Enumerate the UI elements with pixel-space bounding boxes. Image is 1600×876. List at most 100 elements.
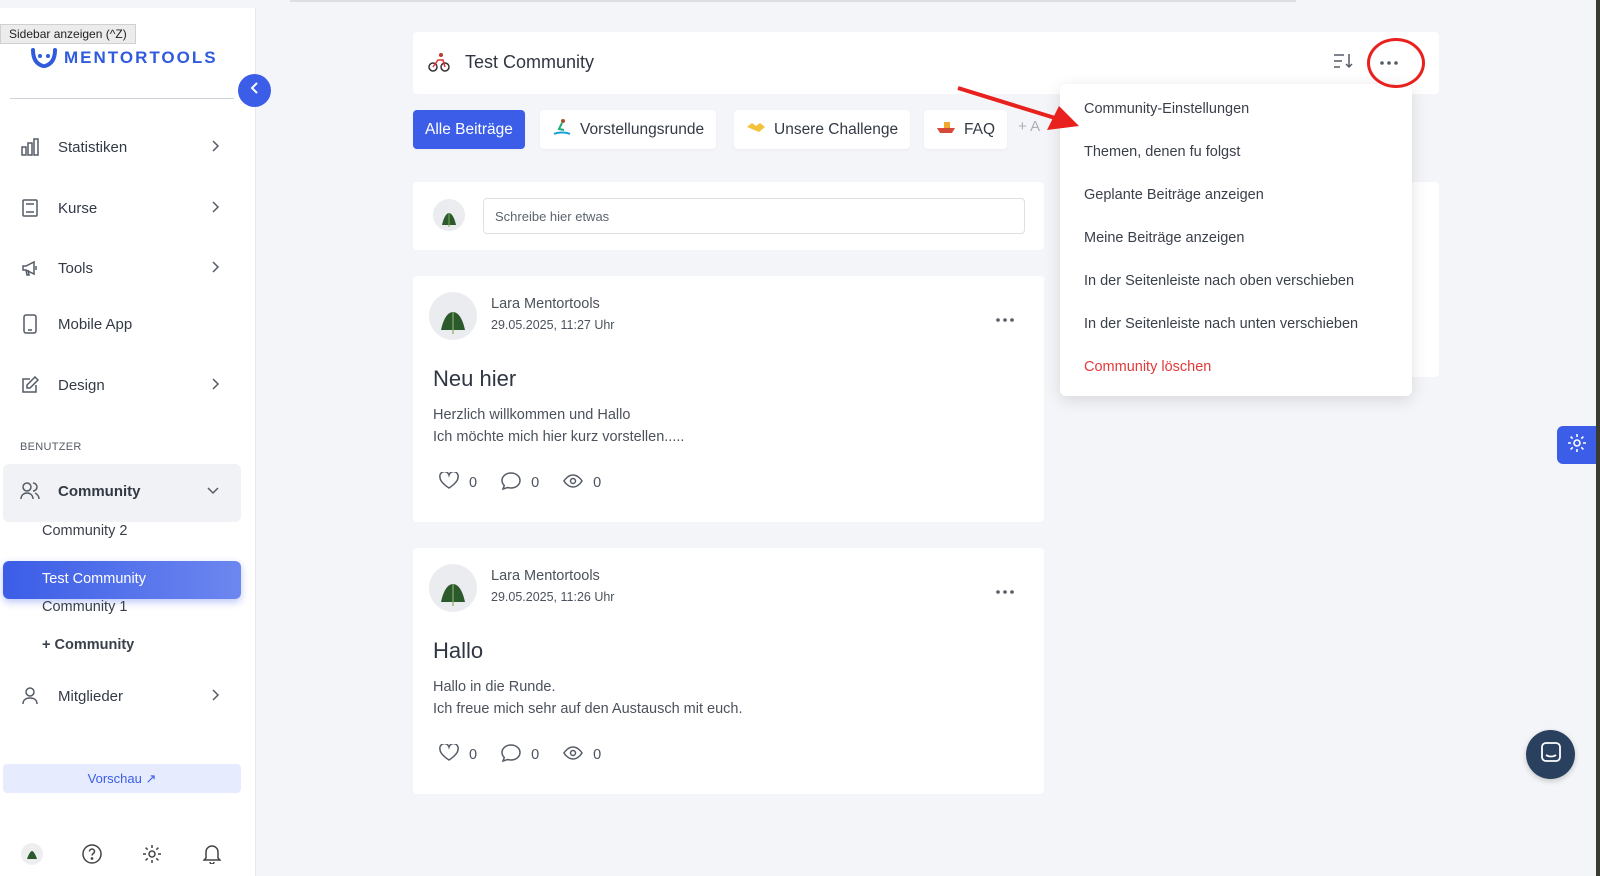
like-button[interactable]: 0 bbox=[439, 742, 478, 766]
chat-launcher-button[interactable] bbox=[1526, 730, 1575, 779]
post-author[interactable]: Lara Mentortools bbox=[491, 296, 600, 312]
bell-icon[interactable] bbox=[200, 842, 224, 866]
views-stat: 0 bbox=[563, 746, 601, 764]
tab-label: Unsere Challenge bbox=[774, 120, 899, 138]
post-input[interactable] bbox=[483, 198, 1025, 234]
section-label-benutzer: BENUTZER bbox=[20, 441, 82, 453]
comment-icon bbox=[501, 744, 521, 766]
tab-vorstellungsrunde[interactable]: Vorstellungsrunde bbox=[540, 110, 717, 149]
cyclist-emoji-icon bbox=[428, 51, 450, 73]
sort-icon[interactable] bbox=[1333, 52, 1353, 75]
post-body-line: Herzlich willkommen und Hallo bbox=[433, 407, 631, 423]
post-author[interactable]: Lara Mentortools bbox=[491, 568, 600, 584]
handshake-emoji-icon bbox=[746, 120, 766, 139]
collapse-sidebar-button[interactable] bbox=[238, 74, 271, 107]
comment-button[interactable]: 0 bbox=[501, 744, 539, 766]
avatar[interactable] bbox=[429, 292, 477, 340]
sidebar-item-design[interactable]: Design bbox=[20, 370, 220, 400]
post-stats: 0 0 0 bbox=[439, 742, 625, 766]
tab-alle-beitraege[interactable]: Alle Beiträge bbox=[413, 110, 525, 149]
avatar[interactable] bbox=[429, 564, 477, 612]
chevron-right-icon bbox=[210, 260, 220, 278]
view-count: 0 bbox=[593, 475, 602, 491]
post-card[interactable]: Lara Mentortools 29.05.2025, 11:26 Uhr H… bbox=[413, 548, 1044, 794]
menu-item-followed-topics[interactable]: Themen, denen fu folgst bbox=[1084, 144, 1240, 160]
like-count: 0 bbox=[469, 747, 478, 763]
sidebar-subitem-community-2[interactable]: Community 2 bbox=[42, 523, 127, 539]
chevron-right-icon bbox=[210, 200, 220, 218]
book-icon bbox=[20, 198, 40, 218]
gear-icon[interactable] bbox=[140, 842, 164, 866]
tab-label: Vorstellungsrunde bbox=[580, 120, 705, 138]
heart-icon bbox=[439, 742, 459, 766]
heart-icon bbox=[439, 470, 459, 494]
post-body-line: Ich freue mich sehr auf den Austausch mi… bbox=[433, 701, 743, 717]
logo-divider bbox=[10, 98, 234, 99]
sidebar-item-statistiken[interactable]: Statistiken bbox=[20, 132, 220, 162]
tab-label: Alle Beiträge bbox=[425, 120, 513, 138]
menu-item-community-settings[interactable]: Community-Einstellungen bbox=[1084, 101, 1249, 117]
bar-chart-icon bbox=[20, 137, 40, 157]
sidebar-item-label: Kurse bbox=[58, 199, 98, 217]
menu-item-move-down[interactable]: In der Seitenleiste nach unten verschieb… bbox=[1084, 316, 1358, 332]
surfer-emoji-icon bbox=[552, 117, 572, 142]
post-date: 29.05.2025, 11:26 Uhr bbox=[491, 590, 615, 604]
tab-unsere-challenge[interactable]: Unsere Challenge bbox=[734, 110, 911, 149]
like-count: 0 bbox=[469, 475, 478, 491]
add-community-link[interactable]: + Community bbox=[42, 637, 134, 653]
sidebar-item-label: Design bbox=[58, 376, 105, 394]
post-stats: 0 0 0 bbox=[439, 470, 625, 494]
post-title[interactable]: Neu hier bbox=[433, 366, 516, 392]
post-card[interactable]: Lara Mentortools 29.05.2025, 11:27 Uhr N… bbox=[413, 276, 1044, 522]
view-count: 0 bbox=[593, 747, 602, 763]
chevron-right-icon bbox=[210, 139, 220, 157]
sidebar-item-community[interactable]: Community bbox=[20, 476, 220, 506]
users-icon bbox=[20, 481, 40, 501]
logo-text: MENTORTOOLS bbox=[64, 48, 218, 67]
menu-item-delete-community[interactable]: Community löschen bbox=[1084, 359, 1211, 375]
community-options-menu: Community-Einstellungen Themen, denen fu… bbox=[1060, 84, 1412, 396]
sidebar-subitem-community-1[interactable]: Community 1 bbox=[42, 599, 127, 615]
menu-item-move-up[interactable]: In der Seitenleiste nach oben verschiebe… bbox=[1084, 273, 1354, 289]
pencil-icon bbox=[20, 375, 40, 395]
post-body-line: Ich möchte mich hier kurz vorstellen....… bbox=[433, 429, 685, 445]
post-composer bbox=[413, 182, 1044, 250]
comment-button[interactable]: 0 bbox=[501, 472, 539, 494]
annotation-arrow-icon bbox=[957, 86, 1079, 130]
post-more-icon[interactable] bbox=[995, 310, 1015, 328]
logo[interactable]: MENTORTOOLS bbox=[30, 46, 218, 70]
sidebar: MENTORTOOLS Statistiken Kurse Tools Mobi… bbox=[0, 8, 256, 876]
sidebar-item-mobile-app[interactable]: Mobile App bbox=[20, 309, 220, 339]
chat-icon bbox=[1540, 741, 1562, 768]
gear-icon bbox=[1567, 433, 1587, 458]
boat-emoji-icon bbox=[936, 120, 956, 139]
post-body: Hallo in die Runde. Ich freue mich sehr … bbox=[433, 676, 743, 720]
preview-button[interactable]: Vorschau ↗ bbox=[3, 764, 241, 793]
phone-icon bbox=[20, 314, 40, 334]
floating-settings-button[interactable] bbox=[1557, 426, 1596, 464]
views-stat: 0 bbox=[563, 474, 601, 492]
menu-item-my-posts[interactable]: Meine Beiträge anzeigen bbox=[1084, 230, 1244, 246]
comment-icon bbox=[501, 472, 521, 494]
sidebar-footer bbox=[20, 842, 230, 866]
like-button[interactable]: 0 bbox=[439, 470, 478, 494]
sidebar-item-label: Mitglieder bbox=[58, 687, 124, 705]
post-date: 29.05.2025, 11:27 Uhr bbox=[491, 318, 615, 332]
post-title[interactable]: Hallo bbox=[433, 638, 483, 664]
sidebar-item-mitglieder[interactable]: Mitglieder bbox=[20, 681, 220, 711]
sidebar-item-kurse[interactable]: Kurse bbox=[20, 193, 220, 223]
sidebar-item-label: Tools bbox=[58, 259, 94, 277]
comment-count: 0 bbox=[531, 475, 540, 491]
sidebar-item-tools[interactable]: Tools bbox=[20, 253, 220, 283]
post-more-icon[interactable] bbox=[995, 582, 1015, 600]
profile-avatar[interactable] bbox=[20, 842, 44, 866]
sidebar-item-label: Statistiken bbox=[58, 138, 128, 156]
post-body-line: Hallo in die Runde. bbox=[433, 679, 556, 695]
megaphone-icon bbox=[20, 258, 40, 278]
top-loading-line bbox=[290, 0, 1296, 2]
menu-item-scheduled-posts[interactable]: Geplante Beiträge anzeigen bbox=[1084, 187, 1264, 203]
help-icon[interactable] bbox=[80, 842, 104, 866]
sidebar-subitem-test-community[interactable]: Test Community bbox=[3, 561, 241, 599]
chevron-left-icon bbox=[250, 81, 260, 100]
comment-count: 0 bbox=[531, 747, 540, 763]
